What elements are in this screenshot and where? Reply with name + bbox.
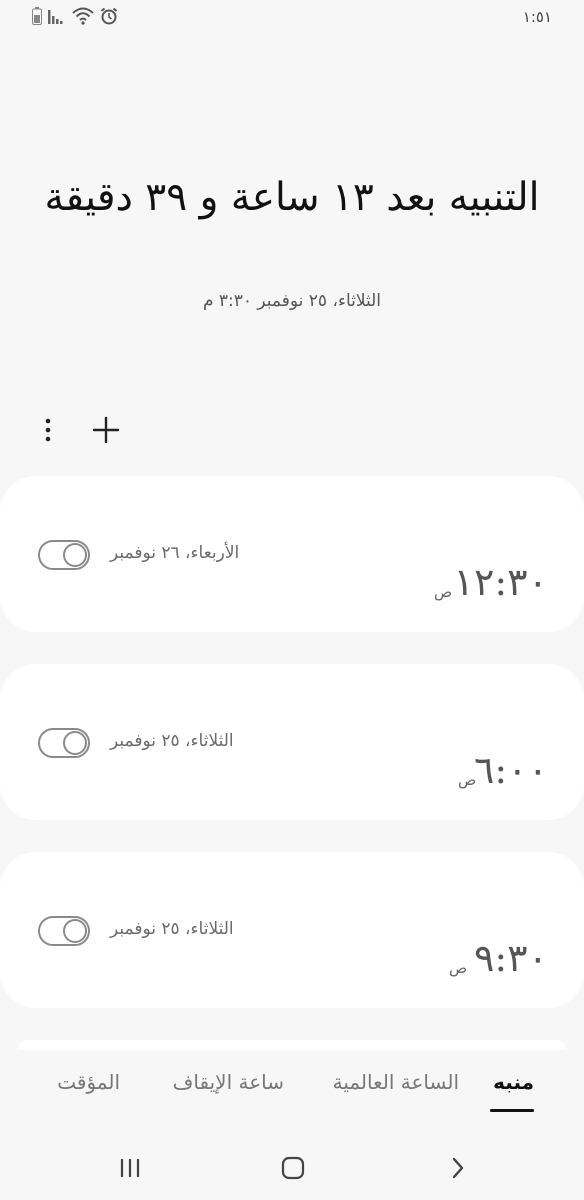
status-bar: ١:٥١ bbox=[0, 0, 584, 36]
toggle-knob bbox=[63, 543, 87, 567]
alarm-time: ٩:٣٠ bbox=[473, 936, 548, 980]
tab-timer[interactable]: المؤقت bbox=[57, 1070, 120, 1094]
active-tab-indicator bbox=[490, 1109, 534, 1112]
alarm-ampm: ص bbox=[434, 583, 453, 601]
status-icons bbox=[32, 7, 118, 29]
battery-icon bbox=[32, 7, 42, 29]
alarm-clock-icon bbox=[100, 7, 118, 29]
navigation-bar bbox=[0, 1140, 584, 1200]
alarm-date: الثلاثاء، ٢٥ نوفمبر bbox=[110, 919, 234, 939]
alarm-card-partial bbox=[18, 1040, 566, 1050]
tab-stopwatch[interactable]: ساعة الإيقاف bbox=[173, 1070, 284, 1094]
alarm-date: الأربعاء، ٢٦ نوفمبر bbox=[110, 543, 240, 563]
tab-world-clock[interactable]: الساعة العالمية bbox=[333, 1070, 459, 1094]
signal-icon bbox=[48, 8, 66, 28]
alarm-time: ٦:٠٠ bbox=[473, 748, 548, 792]
next-alarm-title: التنبيه بعد ١٣ ساعة و ٣٩ دقيقة bbox=[44, 175, 540, 220]
toolbar bbox=[30, 410, 124, 450]
add-icon[interactable] bbox=[88, 412, 124, 448]
alarm-ampm: ص bbox=[449, 959, 468, 977]
alarm-card[interactable]: الثلاثاء، ٢٥ نوفمبر ٦:٠٠ ص bbox=[0, 664, 584, 820]
alarm-time: ١٢:٣٠ bbox=[453, 560, 548, 604]
tab-alarm[interactable]: منبه bbox=[493, 1070, 534, 1094]
wifi-icon bbox=[72, 7, 94, 29]
alarm-ampm: ص bbox=[458, 771, 477, 789]
recent-apps-icon[interactable] bbox=[110, 1152, 150, 1184]
clock-app-screen: ١:٥١ التنبيه بعد ١٣ ساعة و ٣٩ دقيقة الثل… bbox=[0, 0, 584, 1200]
alarm-card[interactable]: الثلاثاء، ٢٥ نوفمبر ٩:٣٠ ص bbox=[0, 852, 584, 1008]
toggle-knob bbox=[63, 919, 87, 943]
toggle-knob bbox=[63, 731, 87, 755]
next-alarm-datetime: الثلاثاء، ٢٥ نوفمبر ٣:٣٠ م bbox=[202, 291, 382, 311]
more-options-icon[interactable] bbox=[30, 412, 66, 448]
alarm-card[interactable]: الأربعاء، ٢٦ نوفمبر ١٢:٣٠ ص bbox=[0, 476, 584, 632]
status-time: ١:٥١ bbox=[522, 8, 552, 26]
alarm-toggle[interactable] bbox=[38, 728, 90, 758]
home-icon[interactable] bbox=[273, 1152, 313, 1184]
bottom-tabs: منبه الساعة العالمية ساعة الإيقاف المؤقت bbox=[0, 1070, 584, 1112]
alarm-toggle[interactable] bbox=[38, 540, 90, 570]
alarm-date: الثلاثاء، ٢٥ نوفمبر bbox=[110, 731, 234, 751]
back-icon[interactable] bbox=[438, 1152, 478, 1184]
alarm-toggle[interactable] bbox=[38, 916, 90, 946]
